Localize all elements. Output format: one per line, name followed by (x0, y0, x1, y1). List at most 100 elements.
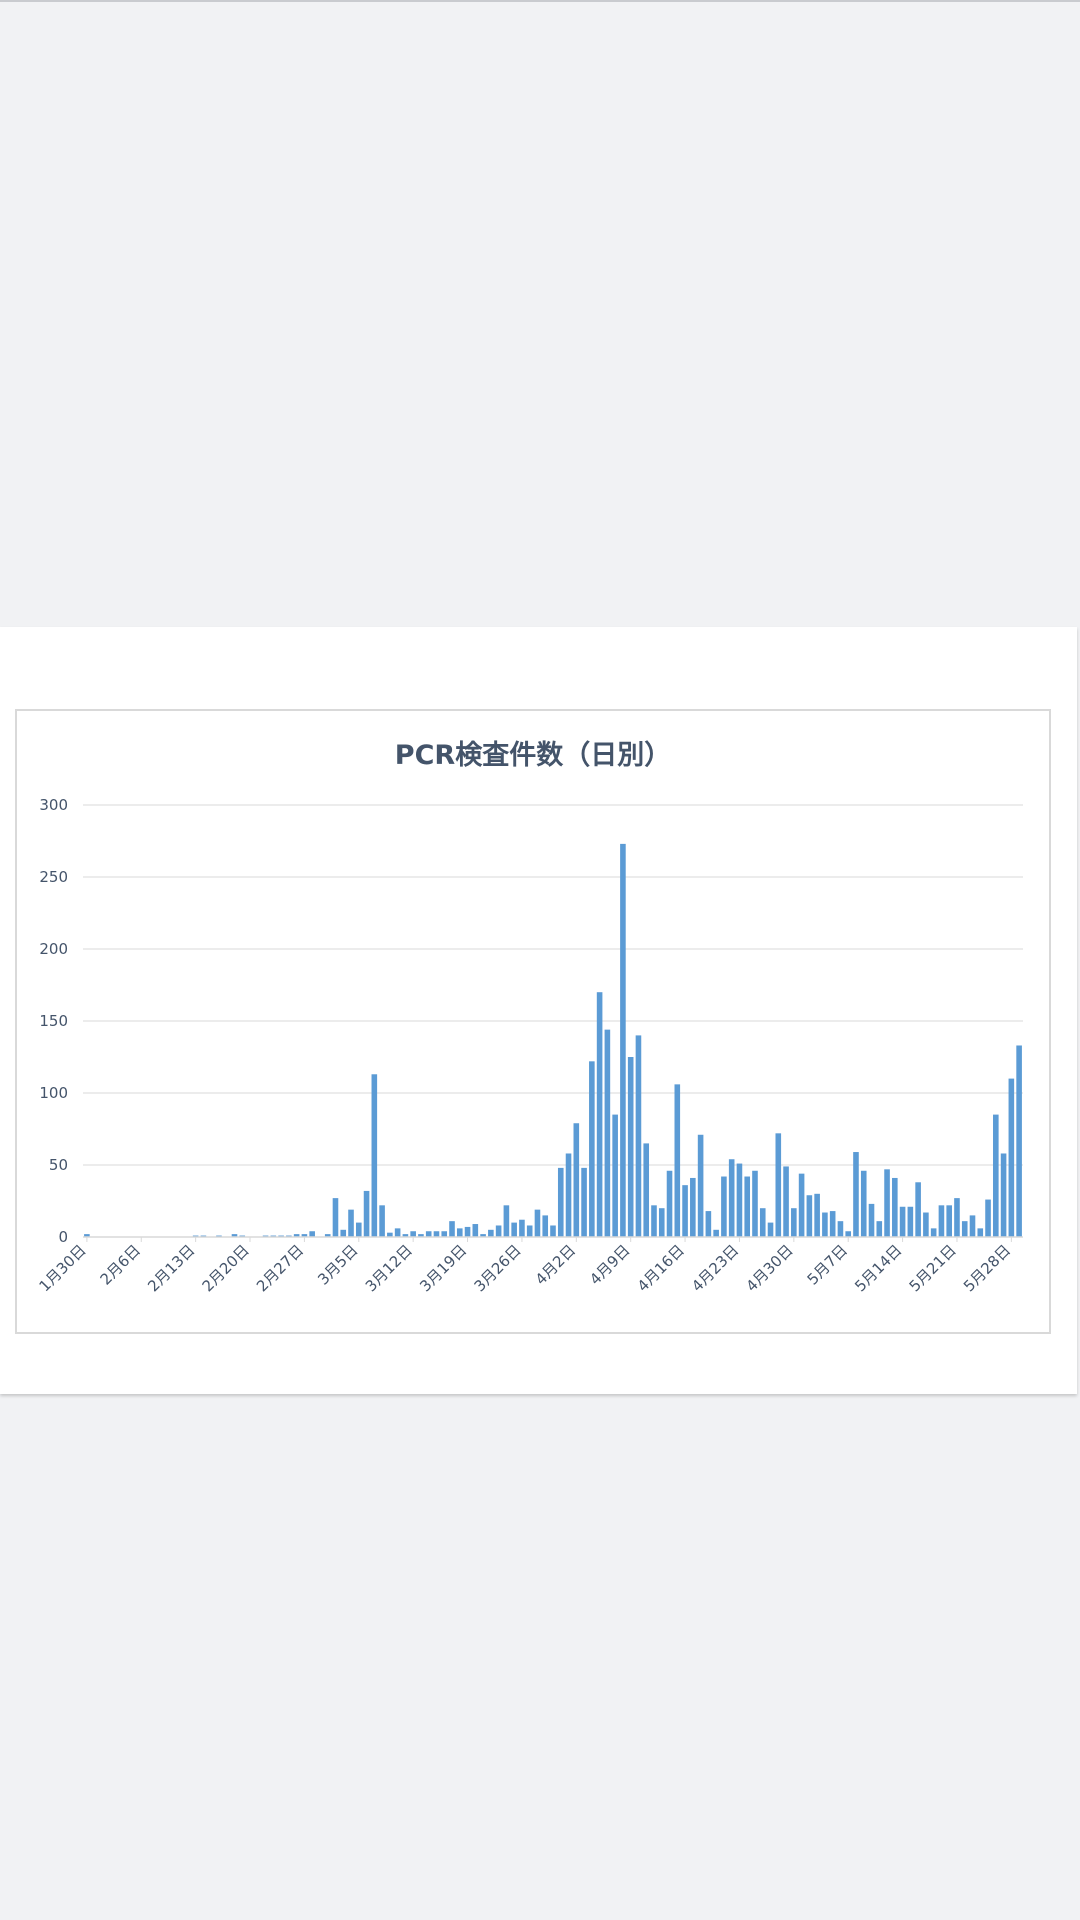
bar (783, 1166, 789, 1237)
x-tick-label: 2月13日 (144, 1241, 198, 1295)
bar (658, 1208, 665, 1237)
bar (682, 1185, 688, 1237)
bar (798, 1173, 805, 1237)
bar (806, 1195, 813, 1237)
bar (915, 1182, 921, 1237)
bar (557, 1167, 564, 1237)
top-edge-divider (0, 0, 1080, 2)
chart-frame: PCR検査件数（日別） 0 50 100 150 200 250 300 1月30日 2月6日 2… (15, 709, 1051, 1334)
bar (674, 1084, 681, 1237)
bar (1016, 1045, 1022, 1237)
x-tick-label: 3月12日 (362, 1241, 416, 1295)
y-tick-label: 100 (39, 1084, 68, 1102)
bar (534, 1209, 541, 1237)
bar (643, 1143, 650, 1237)
bar (666, 1170, 673, 1237)
bar (495, 1225, 502, 1237)
bar (822, 1212, 828, 1237)
bar (837, 1221, 844, 1237)
y-tick-label: 50 (49, 1156, 68, 1174)
bar (355, 1222, 362, 1237)
bar (348, 1209, 354, 1237)
bar (736, 1163, 743, 1237)
bar (775, 1133, 782, 1237)
y-tick-label: 250 (39, 868, 68, 886)
x-tick-label: 3月26日 (471, 1241, 525, 1295)
bar (565, 1153, 572, 1237)
bar (581, 1167, 587, 1237)
bar (604, 1029, 611, 1237)
bar (938, 1205, 945, 1237)
bar (767, 1222, 774, 1237)
bar (449, 1221, 455, 1237)
x-tick-label: 2月6日 (97, 1241, 144, 1288)
bar (1000, 1153, 1007, 1237)
bar (876, 1221, 883, 1237)
bar (969, 1215, 976, 1237)
x-tick-label: 2月20日 (199, 1241, 253, 1295)
bar (651, 1205, 657, 1237)
bar (954, 1198, 960, 1237)
bar (441, 1231, 448, 1237)
bar (946, 1205, 952, 1237)
bar (472, 1224, 479, 1237)
bar (860, 1170, 867, 1237)
bar (713, 1229, 719, 1237)
bar (332, 1198, 339, 1237)
x-tick-label: 5月7日 (804, 1241, 851, 1288)
bar (620, 843, 626, 1237)
bar (892, 1177, 898, 1237)
bar (853, 1152, 859, 1237)
bar (612, 1114, 618, 1237)
bar (573, 1123, 580, 1237)
y-tick-label: 300 (39, 796, 68, 814)
bar (410, 1231, 416, 1237)
x-tick-label: 4月30日 (742, 1241, 796, 1295)
bar (907, 1206, 914, 1237)
x-tick-label: 4月9日 (586, 1241, 633, 1288)
bar (845, 1231, 852, 1237)
bar (550, 1225, 556, 1237)
x-tick-label: 1月30日 (36, 1241, 90, 1295)
bar (791, 1208, 797, 1237)
bar (814, 1193, 820, 1237)
bar (985, 1199, 991, 1237)
bar (993, 1114, 999, 1237)
bar (433, 1231, 440, 1237)
x-tick-label: 4月2日 (532, 1241, 579, 1288)
x-tick-label: 5月28日 (960, 1241, 1014, 1295)
bar (899, 1206, 906, 1237)
bar (456, 1228, 463, 1237)
bar (596, 992, 603, 1237)
bar (961, 1221, 968, 1237)
bar (340, 1229, 347, 1237)
x-tick-label: 5月14日 (851, 1241, 905, 1295)
y-tick-label: 0 (58, 1228, 68, 1246)
bar (1008, 1078, 1015, 1237)
bar (829, 1211, 836, 1237)
bar-chart: 0 50 100 150 200 250 300 1月30日 2月6日 2月13日 2月20日 2月2… (36, 796, 1023, 1295)
bar (752, 1170, 758, 1237)
bar (635, 1035, 642, 1237)
bar (977, 1228, 984, 1237)
bar (697, 1134, 704, 1237)
bar (503, 1205, 510, 1237)
x-tick-label: 3月5日 (314, 1241, 361, 1288)
x-tick-label: 2月27日 (253, 1241, 307, 1295)
bar (394, 1228, 401, 1237)
bar (309, 1231, 315, 1237)
x-tick-label: 4月16日 (634, 1241, 688, 1295)
y-tick-label: 200 (39, 940, 68, 958)
bar (425, 1231, 432, 1237)
bar (728, 1159, 735, 1237)
bar (526, 1225, 533, 1237)
bar (363, 1190, 370, 1237)
bar (884, 1169, 890, 1237)
bar (930, 1228, 937, 1237)
bar (627, 1057, 634, 1237)
bar (690, 1177, 696, 1237)
bar (705, 1211, 712, 1237)
x-tick-label: 5月21日 (906, 1241, 960, 1295)
bar (464, 1226, 471, 1237)
bar (371, 1074, 378, 1237)
